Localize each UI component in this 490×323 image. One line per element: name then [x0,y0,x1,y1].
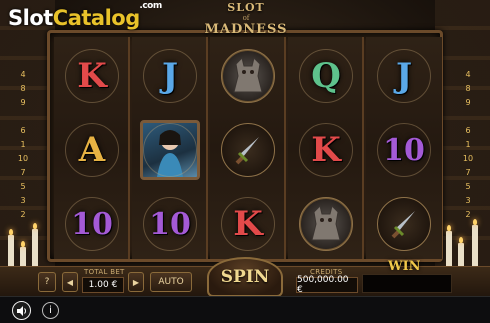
win-label: WIN [388,259,421,274]
reel-frame: K A 10 J 10 K Q K J 10 [47,30,443,262]
payline-number: 4 [20,70,26,79]
total-bet-value: 1.00 € [82,277,124,293]
footer-bar: i [0,296,490,323]
payline-number [17,112,29,126]
pentagram-icon [221,123,275,177]
payline-number: 8 [20,84,26,93]
reel-5: J 10 [366,37,442,259]
pentagram-icon [299,197,353,251]
game-title-line3: MADNESS [204,22,288,37]
pentagram-icon [299,123,353,177]
reel-cell: K [210,189,286,259]
payline-number: 5 [465,182,471,191]
payline-number: 6 [465,126,471,135]
payline-number: 3 [465,196,471,205]
reel-2: J 10 [132,37,208,259]
payline-number: 4 [465,70,471,79]
candle [32,223,38,269]
total-bet-label: TOTAL BET [84,268,125,276]
payline-number [462,112,474,126]
site-logo-part1: Slot [8,6,53,30]
payline-number: 3 [20,196,26,205]
candle [8,229,14,269]
pentagram-icon [65,197,119,251]
payline-number: 7 [465,168,471,177]
game-title-line1: SLOT [227,1,265,14]
speaker-icon [16,305,26,316]
reel-cell: 10 [54,189,130,259]
bet-increase-button[interactable]: ▶ [128,272,144,292]
reel-cell: J [366,41,442,111]
credits-value: 500,000.00 € [296,275,358,295]
reel-cell: K [54,41,130,111]
reel-cell [366,189,442,259]
payline-number: 5 [20,182,26,191]
info-icon: i [49,305,52,316]
pentagram-icon [377,49,431,103]
pentagram-icon [143,123,197,177]
reel-cell: J [132,41,208,111]
reel-cell: K [288,115,364,185]
pentagram-icon [221,197,275,251]
reel-cell [288,189,364,259]
site-logo-part2: Catalog [52,6,140,30]
payline-number: 6 [20,126,26,135]
payline-number: 8 [465,84,471,93]
bet-decrease-button[interactable]: ◀ [62,272,78,292]
help-button[interactable]: ? [38,272,56,292]
payline-number: 10 [17,154,29,163]
payline-number: 1 [465,140,471,149]
reel-cell [210,41,286,111]
reel-cell [210,115,286,185]
reel-cell: Q [288,41,364,111]
game-title: SLOT of MADNESS [200,1,292,37]
paylines-right: 4 8 9 6 1 10 7 5 3 2 [462,70,474,224]
payline-number: 9 [20,98,26,107]
payline-number: 1 [20,140,26,149]
pentagram-icon [65,49,119,103]
pentagram-icon [65,123,119,177]
site-logo-suffix: .com [139,1,162,11]
payline-number: 2 [20,210,26,219]
pentagram-icon [377,197,431,251]
reel-cell [132,115,208,185]
reel-4: QK [288,37,364,259]
sound-toggle-button[interactable] [12,301,31,320]
payline-number: 7 [20,168,26,177]
payline-number: 9 [465,98,471,107]
spin-button[interactable]: SPIN [207,257,283,297]
reel-3: K [210,37,286,259]
win-value [362,274,452,293]
candle [472,219,478,269]
control-bar: ? ◀ TOTAL BET 1.00 € ▶ AUTO SPIN CREDITS… [0,257,490,297]
pentagram-icon [221,49,275,103]
auto-button[interactable]: AUTO [150,272,192,292]
pentagram-icon [377,123,431,177]
reel-cell: 10 [366,115,442,185]
reel-1: K A 10 [54,37,130,259]
reel-cell: 10 [132,189,208,259]
site-logo: SlotCatalog .com [8,1,162,30]
candle [446,225,452,269]
payline-number: 10 [462,154,474,163]
paylines-left: 4 8 9 6 1 10 7 5 3 2 [17,70,29,224]
pentagram-icon [143,49,197,103]
pentagram-icon [143,197,197,251]
info-button[interactable]: i [42,302,59,319]
reel-cell: A [54,115,130,185]
pentagram-icon [299,49,353,103]
